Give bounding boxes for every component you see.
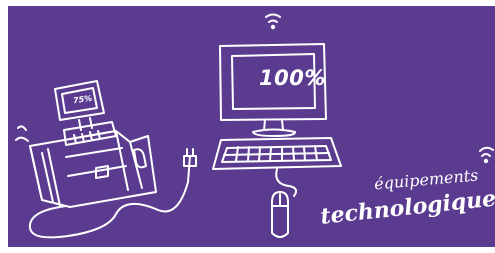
illustration-frame: 100% 75% équipements technologiques: [0, 0, 495, 253]
wifi-icon: [265, 13, 281, 30]
mouse-icon: [271, 168, 298, 238]
illustration-panel: 100% 75% équipements technologiques: [8, 6, 495, 247]
monitor-display-text: 100%: [259, 66, 326, 90]
keyboard-icon: [212, 137, 342, 170]
desktop-computer-icon: [219, 43, 327, 137]
power-plug-icon: [28, 148, 197, 239]
wifi-icon: [479, 146, 494, 164]
